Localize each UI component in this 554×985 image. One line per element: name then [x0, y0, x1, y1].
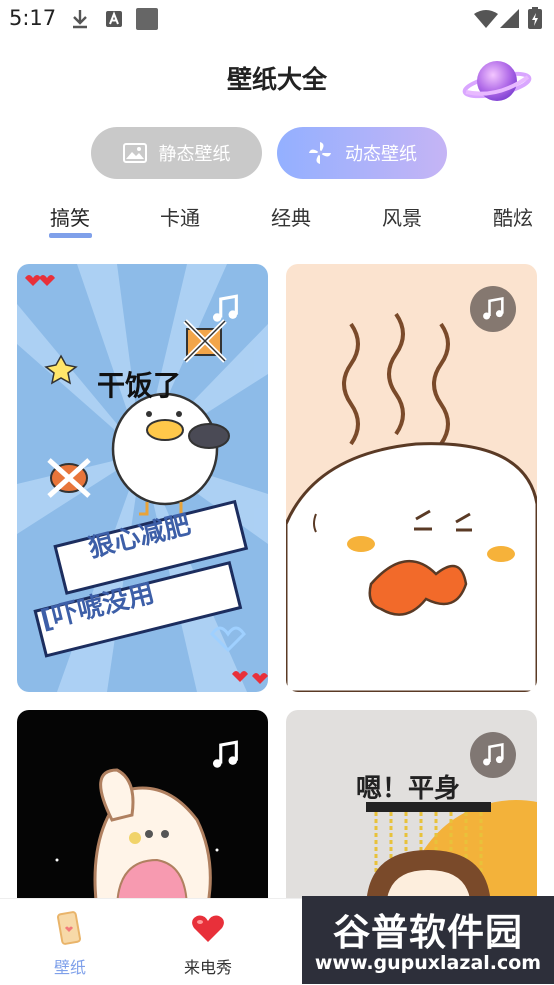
- nav-item-wallpaper[interactable]: 壁纸: [0, 899, 140, 985]
- heart-icon: [192, 915, 224, 942]
- nav-label: 来电秀: [183, 958, 232, 977]
- dynamic-wallpaper-label: 动态壁纸: [345, 144, 417, 165]
- tab-cool[interactable]: 酷炫: [493, 202, 533, 231]
- wallpaper-card[interactable]: [17, 710, 268, 910]
- static-wallpaper-button[interactable]: 静态壁纸: [91, 127, 262, 179]
- music-note-icon: [470, 732, 516, 778]
- tab-cartoon[interactable]: 卡通: [160, 202, 200, 231]
- wifi-icon: [474, 10, 498, 28]
- tab-scenery[interactable]: 风景: [382, 202, 422, 231]
- watermark-url: www.gupuxlazal.com: [314, 952, 542, 974]
- download-icon: [73, 10, 87, 29]
- planet-icon[interactable]: [462, 55, 532, 107]
- card-caption: 嗯！平身: [356, 774, 461, 804]
- tab-funny[interactable]: 搞笑: [50, 202, 90, 231]
- music-note-icon: [202, 286, 248, 332]
- wallpaper-card[interactable]: 干饭了 狠心减肥 [吓唬没用: [17, 264, 268, 692]
- static-wallpaper-label: 静态壁纸: [158, 144, 231, 165]
- music-note-icon: [470, 286, 516, 332]
- keyboard-a-icon: [106, 11, 122, 27]
- tab-classic[interactable]: 经典: [271, 202, 311, 231]
- title-bar: 壁纸大全: [0, 50, 554, 110]
- music-note-icon: [202, 732, 248, 778]
- phone-wallpaper-icon: [57, 911, 81, 945]
- dynamic-wallpaper-button[interactable]: 动态壁纸: [277, 127, 447, 179]
- image-icon: [122, 143, 147, 163]
- category-tabs: 搞笑 卡通 经典 风景 酷炫: [0, 202, 554, 244]
- app-notification-icon: [136, 8, 158, 30]
- wallpaper-card[interactable]: 嗯！平身: [286, 710, 537, 910]
- card-caption: 干饭了: [97, 369, 182, 402]
- nav-label: 壁纸: [53, 958, 86, 977]
- cellular-signal-icon: [500, 9, 519, 28]
- wallpaper-card[interactable]: [286, 264, 537, 692]
- status-time: 5:17: [9, 6, 57, 30]
- pinwheel-icon: [309, 142, 331, 164]
- active-tab-indicator: [49, 233, 92, 238]
- status-bar: 5:17: [0, 0, 554, 38]
- watermark-title: 谷普软件园: [333, 911, 523, 954]
- nav-item-call-show[interactable]: 来电秀: [138, 899, 278, 985]
- site-watermark: 谷普软件园 www.gupuxlazal.com: [302, 896, 554, 984]
- battery-icon: [528, 7, 542, 29]
